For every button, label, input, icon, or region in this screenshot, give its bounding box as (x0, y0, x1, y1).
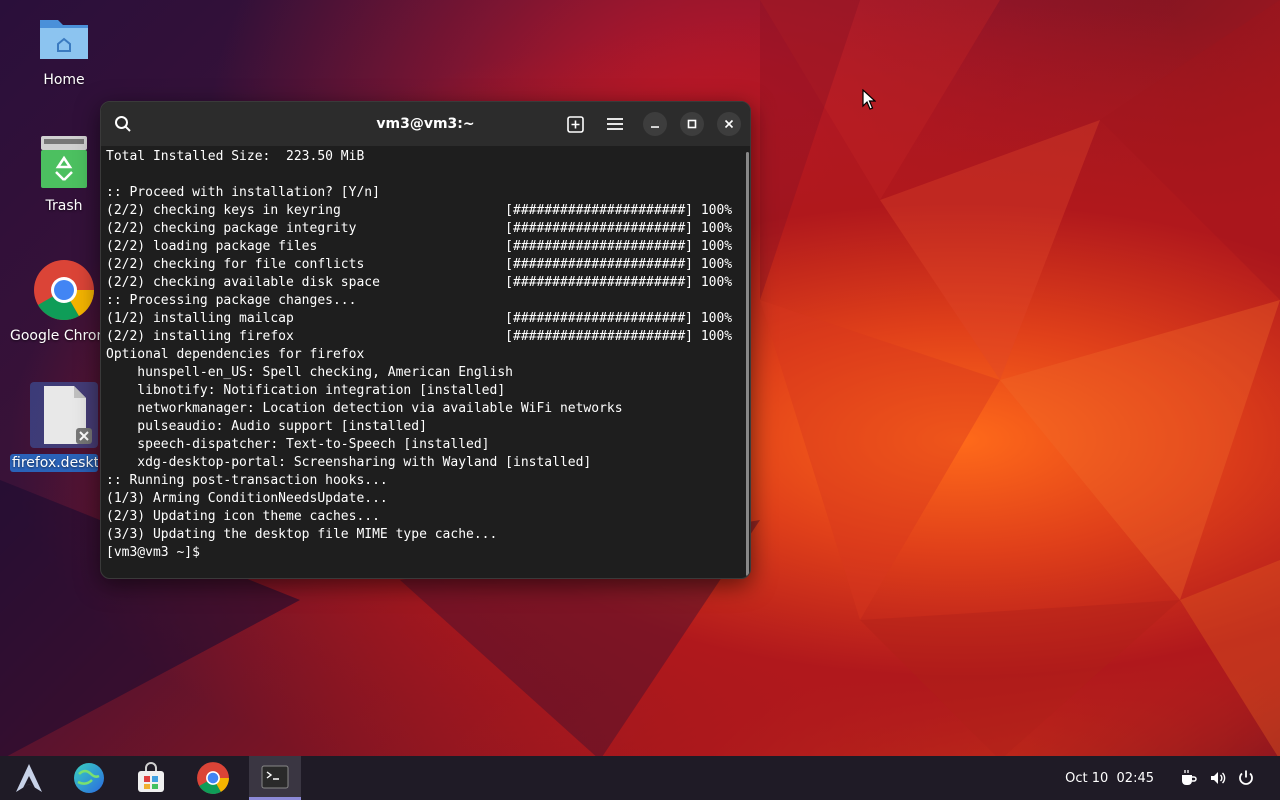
terminal-line: (2/2) checking package integrity [######… (106, 221, 733, 236)
clock-time: 02:45 (1116, 770, 1154, 786)
terminal-line: :: Processing package changes... (106, 293, 357, 308)
terminal-line: libnotify: Notification integration [ins… (106, 383, 506, 398)
trash-icon (41, 136, 87, 188)
minimize-icon[interactable] (643, 112, 667, 136)
caffeine-icon[interactable] (1178, 768, 1198, 788)
terminal-line: :: Running post-transaction hooks... (106, 473, 388, 488)
chrome-icon (197, 762, 229, 794)
new-tab-icon[interactable] (563, 112, 587, 136)
titlebar[interactable]: vm3@vm3:~ (101, 102, 750, 146)
terminal-line: [vm3@vm3 ~]$ (106, 545, 208, 560)
taskbar-terminal[interactable] (249, 756, 301, 800)
desktop-icon-label: Home (43, 72, 85, 88)
terminal-line: :: Proceed with installation? [Y/n] (106, 185, 380, 200)
clock-date: Oct 10 (1065, 770, 1109, 786)
terminal-icon (261, 765, 289, 788)
home-folder-icon (40, 20, 88, 59)
clock[interactable]: Oct 10 02:45 (1065, 771, 1154, 786)
terminal-output[interactable]: Total Installed Size: 223.50 MiB :: Proc… (106, 148, 750, 578)
volume-icon[interactable] (1208, 768, 1228, 788)
terminal-line: (1/3) Arming ConditionNeedsUpdate... (106, 491, 388, 506)
app-menu-button[interactable] (3, 756, 55, 800)
terminal-line: hunspell-en_US: Spell checking, American… (106, 365, 513, 380)
desktop-icon-firefox-desktop[interactable]: firefox.desktop (10, 382, 98, 472)
terminal-line: (2/2) installing firefox [##############… (106, 329, 733, 344)
close-icon[interactable] (717, 112, 741, 136)
terminal-line: (2/2) checking available disk space [###… (106, 275, 733, 290)
terminal-line: (2/2) checking keys in keyring [########… (106, 203, 733, 218)
terminal-line: (1/2) installing mailcap [##############… (106, 311, 733, 326)
taskbar: Oct 10 02:45 (0, 756, 1280, 800)
text-file-icon (44, 386, 92, 444)
terminal-line: (2/3) Updating icon theme caches... (106, 509, 380, 524)
scrollbar[interactable] (746, 152, 749, 576)
terminal-line: (2/2) loading package files [###########… (106, 239, 733, 254)
taskbar-software[interactable] (125, 756, 177, 800)
terminal-line: (3/3) Updating the desktop file MIME typ… (106, 527, 498, 542)
desktop-icon-home[interactable]: Home (10, 10, 118, 88)
menu-icon[interactable] (603, 112, 627, 136)
power-icon[interactable] (1236, 768, 1256, 788)
taskbar-chrome[interactable] (187, 756, 239, 800)
terminal-line: networkmanager: Location detection via a… (106, 401, 623, 416)
terminal-line: xdg-desktop-portal: Screensharing with W… (106, 455, 592, 470)
terminal-line: Total Installed Size: 223.50 MiB (106, 149, 365, 164)
terminal-line: pulseaudio: Audio support [installed] (106, 419, 427, 434)
terminal-line: (2/2) checking for file conflicts [#####… (106, 257, 733, 272)
desktop-icon-label: firefox.desktop (10, 454, 98, 472)
chrome-icon (34, 260, 95, 321)
arch-menu-icon (16, 764, 42, 792)
mouse-cursor-icon (862, 89, 876, 110)
terminal-line: speech-dispatcher: Text-to-Speech [insta… (106, 437, 490, 452)
browser-globe-icon (74, 763, 104, 793)
taskbar-browser[interactable] (63, 756, 115, 800)
maximize-icon[interactable] (680, 112, 704, 136)
terminal-line: Optional dependencies for firefox (106, 347, 365, 362)
terminal-window[interactable]: vm3@vm3:~ Total Installed Size: 223.50 M… (100, 101, 751, 579)
software-store-icon (138, 762, 164, 792)
